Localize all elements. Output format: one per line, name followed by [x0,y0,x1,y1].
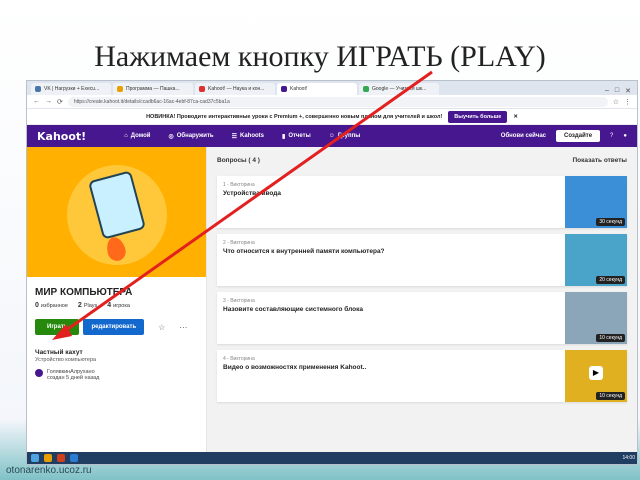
question-time-badge: 30 секунд [596,218,625,226]
question-card[interactable]: 3 - Викторина Назовите составляющие сист… [217,292,627,344]
play-video-icon[interactable]: ▶ [589,366,603,380]
user-icon[interactable]: ● [623,133,627,139]
stat-favorites: 0 избранное [35,302,68,309]
main-content: МИР КОМПЬЮТЕРА 0 избранное 2 Plays 4 игрока… [27,147,637,464]
forward-icon[interactable]: → [45,98,52,105]
quiz-actions: Играть редактировать ☆ ⋯ [27,311,206,343]
close-icon[interactable]: ✕ [625,87,631,95]
question-card[interactable]: 4 - Викторина Видео о возможностях приме… [217,350,627,402]
question-type: 2 - Викторина [223,240,255,246]
star-icon[interactable]: ☆ [613,98,619,106]
question-thumbnail: ▶ 10 секунд [565,350,627,402]
question-type: 1 - Викторина [223,182,255,188]
play-button[interactable]: Играть [35,319,80,335]
window-controls: – □ ✕ [605,87,637,95]
question-title: Что относится к внутренней памяти компью… [223,248,385,255]
create-button[interactable]: Создайте [556,130,601,142]
tab-strip: VK | Нагрузки + Execu... Программа — Паш… [27,81,637,95]
nav-kahoots[interactable]: ☰ Kahoots [232,133,264,140]
nav-reports[interactable]: ▮ Отчеты [282,133,311,140]
reload-icon[interactable]: ⟳ [57,98,63,106]
browser-tab-3[interactable]: Kahoot! — Наука и кон... [195,83,275,95]
questions-panel: Вопросы ( 4 ) Показать ответы 1 - Виктор… [207,147,637,464]
visibility-label: Частный кахут [35,349,83,356]
word-icon[interactable] [70,454,78,462]
browser-tab-4[interactable]: Kahoot! [277,83,357,95]
promo-text: НОВИНКА! Проводите интерактивные уроки с… [146,113,443,120]
start-icon[interactable] [31,454,39,462]
kahoot-logo[interactable]: Kahoot! [37,130,86,143]
back-icon[interactable]: ← [33,98,40,105]
taskbar: 14:00 [27,452,637,464]
question-type: 3 - Викторина [223,298,255,304]
question-card[interactable]: 1 - Викторина Устройства ввода 30 секунд [217,176,627,228]
slide-title: Нажимаем кнопку ИГРАТЬ (PLAY) [94,40,546,73]
home-icon: ⌂ [124,133,128,139]
promo-banner: НОВИНКА! Проводите интерактивные уроки с… [27,109,637,125]
quiz-cover-image [27,147,206,277]
minimize-icon[interactable]: – [605,87,609,95]
nav-home[interactable]: ⌂ Домой [124,133,150,139]
show-answers-toggle[interactable]: Показать ответы [572,157,627,164]
nav-discover[interactable]: ◎ Обнаружить [168,133,213,140]
taskbar-clock: 14:00 [622,455,635,461]
learn-more-button[interactable]: Выучить больше [448,110,508,123]
menu-icon[interactable]: ⋮ [624,98,631,106]
quiz-details-panel: МИР КОМПЬЮТЕРА 0 избранное 2 Plays 4 игрока… [27,147,207,464]
compass-icon: ◎ [168,133,174,140]
question-thumbnail: 10 секунд [565,292,627,344]
browser-tab-1[interactable]: VK | Нагрузки + Execu... [31,83,111,95]
stat-plays: 2 Plays [77,302,98,309]
upgrade-link[interactable]: Обнови сейчас [501,133,546,139]
quiz-stats: 0 избранное 2 Plays 4 игрока [27,300,206,311]
google-icon [363,86,369,92]
list-icon: ☰ [231,133,237,140]
question-thumbnail: 30 секунд [565,176,627,228]
question-thumbnail: 20 секунд [565,234,627,286]
more-icon[interactable]: ⋯ [179,323,187,332]
help-icon[interactable]: ? [610,133,613,139]
question-title: Видео о возможностях применения Kahoot.. [223,364,367,371]
vk-icon [35,86,41,92]
question-title: Назовите составляющие системного блока [223,306,363,313]
group-icon: ☺ [328,133,335,139]
nav-groups[interactable]: ☺ Группы [329,133,361,139]
chart-icon: ▮ [282,133,286,140]
question-time-badge: 10 секунд [596,334,625,342]
address-bar: ← → ⟳ https://create.kahoot.it/details/c… [27,95,637,109]
questions-header: Вопросы ( 4 ) Показать ответы [217,157,627,164]
browser-icon[interactable] [57,454,65,462]
kahoot-navbar: Kahoot! ⌂ Домой ◎ Обнаружить ☰ Kahoots ▮ Отч… [27,125,637,147]
question-title: Устройства ввода [223,190,282,197]
kahoot-icon [281,86,287,92]
question-type: 4 - Викторина [223,356,255,362]
favorite-icon[interactable]: ☆ [158,323,165,332]
avatar [35,369,43,377]
question-card[interactable]: 2 - Викторина Что относится к внутренней… [217,234,627,286]
stat-players: 4 игрока [107,302,130,309]
url-field[interactable]: https://create.kahoot.it/details/ccadb6a… [67,96,608,107]
question-time-badge: 10 секунд [596,392,625,400]
browser-tab-2[interactable]: Программа — Пашка... [113,83,193,95]
watermark: otonarenko.ucoz.ru [6,465,92,476]
browser-window: VK | Нагрузки + Execu... Программа — Паш… [26,80,638,465]
edit-button[interactable]: редактировать [83,319,145,335]
question-time-badge: 20 секунд [596,276,625,284]
yandex-icon [199,86,205,92]
navbar-right: Обнови сейчас Создайте ? ● [501,130,627,142]
questions-count: Вопросы ( 4 ) [217,157,260,164]
author-info: ГолявкинАлрухано создан 5 дней назад [27,363,206,387]
close-promo-icon[interactable]: ✕ [513,114,518,120]
explorer-icon[interactable] [44,454,52,462]
browser-tab-5[interactable]: Google — Учиться шк... [359,83,439,95]
quiz-title: МИР КОМПЬЮТЕРА [35,287,133,298]
page-icon [117,86,123,92]
maximize-icon[interactable]: □ [615,87,619,95]
author-meta: создан 5 дней назад [47,375,100,381]
